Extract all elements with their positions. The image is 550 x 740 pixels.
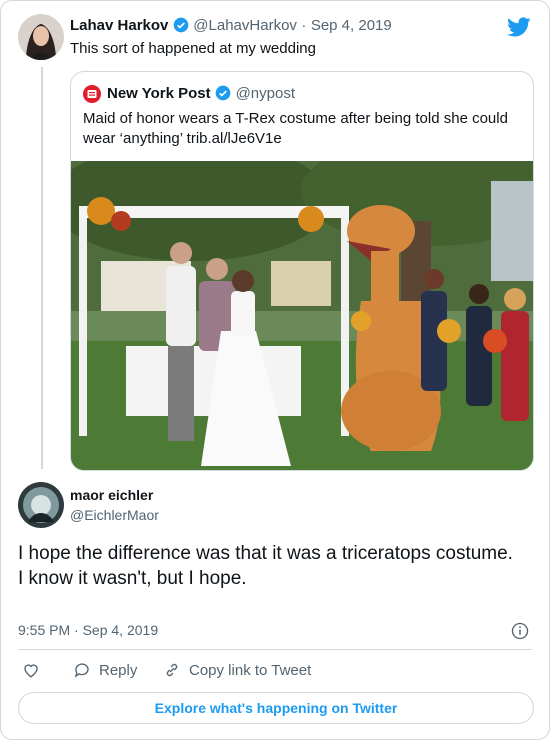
reply-label: Reply: [99, 661, 138, 679]
copy-link-button[interactable]: Copy link to Tweet: [163, 661, 311, 679]
quoted-tweet-header: New York Post @nypost: [107, 85, 295, 103]
thread-line: [41, 67, 43, 469]
reply-author-name[interactable]: maor eichler: [70, 487, 153, 503]
reply-date: Sep 4, 2019: [82, 622, 159, 638]
quoted-author-name: New York Post: [107, 85, 211, 102]
quoted-author-handle: @nypost: [235, 85, 295, 102]
separator: ·: [301, 17, 307, 34]
reply-button[interactable]: Reply: [73, 661, 137, 679]
tweet-embed-card: Lahav Harkov @LahavHarkov · Sep 4, 2019 …: [0, 0, 550, 740]
wedding-photo[interactable]: [71, 161, 533, 470]
reply-timestamp[interactable]: 9:55 PM · Sep 4, 2019: [18, 622, 158, 638]
nypost-avatar-icon: [83, 85, 101, 103]
reply-text: I hope the difference was that it was a …: [18, 541, 538, 591]
heart-icon: [24, 664, 38, 678]
avatar-maor[interactable]: [18, 482, 64, 528]
reply-text-line-2: I know it wasn't, but I hope.: [18, 568, 247, 589]
link-icon: [166, 663, 178, 677]
info-icon[interactable]: [511, 622, 529, 640]
original-tweet-header: Lahav Harkov @LahavHarkov · Sep 4, 2019: [70, 17, 392, 35]
author-handle[interactable]: @LahavHarkov: [193, 17, 297, 34]
copy-link-label: Copy link to Tweet: [189, 661, 312, 679]
reply-icon: [74, 663, 89, 678]
verified-badge-icon: [173, 17, 189, 33]
reply-time: 9:55 PM: [18, 622, 71, 638]
quoted-tweet-text: Maid of honor wears a T-Rex costume afte…: [83, 110, 508, 147]
twitter-logo-icon[interactable]: [507, 15, 531, 39]
quoted-tweet[interactable]: New York Post @nypost Maid of honor wear…: [70, 71, 534, 471]
author-name[interactable]: Lahav Harkov: [70, 17, 168, 34]
explore-twitter-button[interactable]: Explore what's happening on Twitter: [18, 692, 534, 724]
reply-author-handle[interactable]: @EichlerMaor: [70, 507, 159, 523]
like-button[interactable]: [22, 661, 40, 679]
verified-badge-icon: [215, 85, 231, 101]
avatar-lahav[interactable]: [18, 14, 64, 60]
reply-text-line-1: I hope the difference was that it was a …: [18, 543, 513, 564]
tweet-date[interactable]: Sep 4, 2019: [311, 17, 392, 34]
divider: [18, 649, 532, 650]
separator: ·: [74, 622, 79, 638]
original-tweet-text: This sort of happened at my wedding: [70, 40, 316, 57]
